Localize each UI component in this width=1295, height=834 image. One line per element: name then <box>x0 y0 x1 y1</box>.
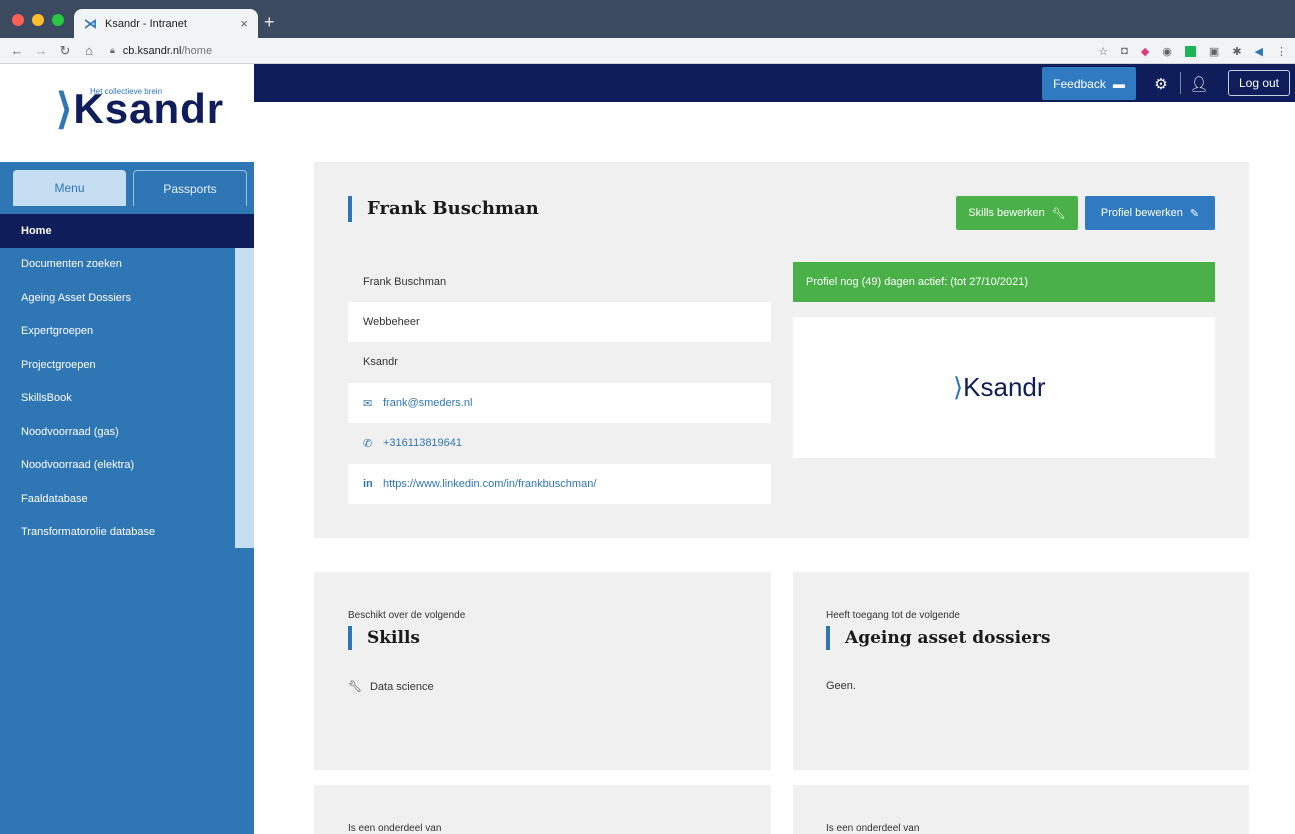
navbar-divider <box>1180 72 1181 94</box>
skills-card: Beschikt over de volgende Skills 🔧︎ Data… <box>314 572 771 770</box>
tab-close-icon[interactable]: × <box>240 16 248 31</box>
profile-phone: +316113819641 <box>383 437 463 449</box>
wrench-icon: 🔧︎ <box>1051 207 1066 220</box>
heading-accent-bar <box>826 626 830 650</box>
address-bar[interactable]: 🔒︎ cb.ksandr.nl/home <box>110 45 212 57</box>
skill-item: 🔧︎ Data science <box>348 680 434 694</box>
skills-card-title: Skills <box>367 628 421 648</box>
comment-icon: ▬ <box>1112 76 1125 91</box>
browser-tab-bar: ⋊ Ksandr - Intranet × + <box>0 0 1295 38</box>
tab-title: Ksandr - Intranet <box>105 17 187 30</box>
sidebar-item-projectgroepen[interactable]: Projectgroepen <box>0 348 254 382</box>
profile-email: frank@smeders.nl <box>383 397 473 409</box>
sidebar-scrollbar[interactable] <box>235 248 254 548</box>
url-host: cb.ksandr.nl <box>122 44 182 57</box>
user-icon[interactable]: 👤︎ <box>1184 67 1214 100</box>
dossiers-card-title: Ageing asset dossiers <box>845 628 1051 648</box>
profile-edit-button[interactable]: Profiel bewerken ✎ <box>1085 196 1215 230</box>
sidebar-item-expertgroepen[interactable]: Expertgroepen <box>0 315 254 349</box>
profile-status-banner: Profiel nog (49) dagen actief: (tot 27/1… <box>793 262 1215 302</box>
app-viewport: Feedback ▬ ⚙ 👤︎ Log out ⟩Ksandr Het coll… <box>0 64 1295 834</box>
logo-tagline: Het collectieve brein <box>90 87 163 96</box>
profile-department: Webbeheer <box>348 302 771 342</box>
sidebar-item-ageing-asset-dossiers[interactable]: Ageing Asset Dossiers <box>0 281 254 315</box>
membership-card-left: Is een onderdeel van <box>314 785 771 834</box>
green-extension-icon[interactable] <box>1184 45 1196 57</box>
sidebar-menu: Home Documenten zoeken Ageing Asset Doss… <box>0 214 254 549</box>
square-extension-icon[interactable]: ▣ <box>1209 45 1219 58</box>
profile-card: Frank Buschman Skills bewerken 🔧︎ Profie… <box>314 162 1249 538</box>
url-path: /home <box>181 44 213 57</box>
profile-linkedin-link[interactable]: in https://www.linkedin.com/in/frankbusc… <box>348 464 771 504</box>
telegram-extension-icon[interactable]: ◀ <box>1255 45 1263 58</box>
feedback-button[interactable]: Feedback ▬ <box>1042 67 1136 100</box>
new-tab-icon[interactable]: + <box>264 12 275 33</box>
sidebar-item-skillsbook[interactable]: SkillsBook <box>0 382 254 416</box>
tab-menu[interactable]: Menu <box>13 170 126 206</box>
forward-arrow-icon[interactable]: → <box>34 43 48 58</box>
profile-edit-label: Profiel bewerken <box>1100 207 1183 219</box>
puzzle-extension-icon[interactable]: ✱ <box>1232 45 1241 58</box>
membership-card-right-subtitle: Is een onderdeel van <box>826 823 920 834</box>
heading-accent-bar <box>348 196 352 222</box>
tab-passports[interactable]: Passports <box>133 170 247 206</box>
heading-accent-bar <box>348 626 352 650</box>
linkedin-icon: in <box>363 478 373 490</box>
profile-name-heading: Frank Buschman <box>367 198 539 219</box>
profile-organization: Ksandr <box>363 356 398 368</box>
ksandr-favicon-icon: ⋊ <box>84 15 97 31</box>
profile-phone-link[interactable]: ✆ +316113819641 <box>348 423 771 463</box>
maximize-window-icon[interactable] <box>52 14 64 26</box>
dossiers-empty-text: Geen. <box>826 680 856 692</box>
profile-email-link[interactable]: ✉ frank@smeders.nl <box>348 383 771 423</box>
envelope-icon: ✉ <box>363 397 373 410</box>
extensions-bar: ☆ ◘ ◆ ◉ ▣ ✱ ◀ ⋮ <box>1098 38 1287 64</box>
profile-linkedin: https://www.linkedin.com/in/frankbuschma… <box>383 478 597 490</box>
browser-chrome: ⋊ Ksandr - Intranet × + ← → ↻ ⌂ 🔒︎ cb.ks… <box>0 0 1295 64</box>
phone-icon: ✆ <box>363 437 373 450</box>
org-logo-text: Ksandr <box>963 372 1046 402</box>
browser-tab[interactable]: ⋊ Ksandr - Intranet × <box>74 9 258 38</box>
organization-logo-box: ⟩Ksandr <box>793 317 1215 458</box>
membership-card-left-subtitle: Is een onderdeel van <box>348 823 442 834</box>
dossiers-card: Heeft toegang tot de volgende Ageing ass… <box>793 572 1249 770</box>
browser-toolbar: ← → ↻ ⌂ 🔒︎ cb.ksandr.nl/home ☆ ◘ ◆ ◉ ▣ ✱… <box>0 38 1295 64</box>
sidebar-item-noodvoorraad-gas[interactable]: Noodvoorraad (gas) <box>0 415 254 449</box>
logo-area: ⟩Ksandr Het collectieve brein <box>0 64 254 162</box>
reload-icon[interactable]: ↻ <box>58 43 72 59</box>
sidebar: ⟩Ksandr Het collectieve brein Menu Passp… <box>0 64 254 834</box>
skills-card-subtitle: Beschikt over de volgende <box>348 610 466 621</box>
color-extension-icon[interactable]: ◆ <box>1141 45 1149 58</box>
skill-item-label: Data science <box>369 680 434 693</box>
skills-edit-button[interactable]: Skills bewerken 🔧︎ <box>956 196 1078 230</box>
lock-icon: 🔒︎ <box>110 45 115 55</box>
sidebar-item-noodvoorraad-elektra[interactable]: Noodvoorraad (elektra) <box>0 449 254 483</box>
sidebar-item-documenten-zoeken[interactable]: Documenten zoeken <box>0 248 254 282</box>
membership-card-right: Is een onderdeel van <box>793 785 1249 834</box>
browser-menu-icon[interactable]: ⋮ <box>1276 45 1287 58</box>
sidebar-tabs: Menu Passports <box>0 162 254 214</box>
globe-extension-icon[interactable]: ◉ <box>1162 45 1172 58</box>
home-icon[interactable]: ⌂ <box>82 43 96 58</box>
bookmark-star-icon[interactable]: ☆ <box>1098 45 1108 58</box>
close-window-icon[interactable] <box>12 14 24 26</box>
dossiers-card-subtitle: Heeft toegang tot de volgende <box>826 610 960 621</box>
sidebar-item-home[interactable]: Home <box>0 214 254 248</box>
logout-button[interactable]: Log out <box>1228 70 1290 96</box>
profile-full-name: Frank Buschman <box>363 276 447 288</box>
camera-extension-icon[interactable]: ◘ <box>1121 45 1128 57</box>
sidebar-item-faaldatabase[interactable]: Faaldatabase <box>0 482 254 516</box>
skills-edit-label: Skills bewerken <box>968 207 1045 219</box>
gear-icon[interactable]: ⚙ <box>1146 67 1176 100</box>
edit-icon: ✎ <box>1189 207 1200 220</box>
minimize-window-icon[interactable] <box>32 14 44 26</box>
feedback-label: Feedback <box>1053 76 1106 91</box>
wrench-icon: 🔧︎ <box>348 681 362 693</box>
back-arrow-icon[interactable]: ← <box>10 43 24 58</box>
organization-logo: ⟩Ksandr <box>953 372 1046 402</box>
sidebar-item-transformatorolie-database[interactable]: Transformatorolie database <box>0 516 254 550</box>
